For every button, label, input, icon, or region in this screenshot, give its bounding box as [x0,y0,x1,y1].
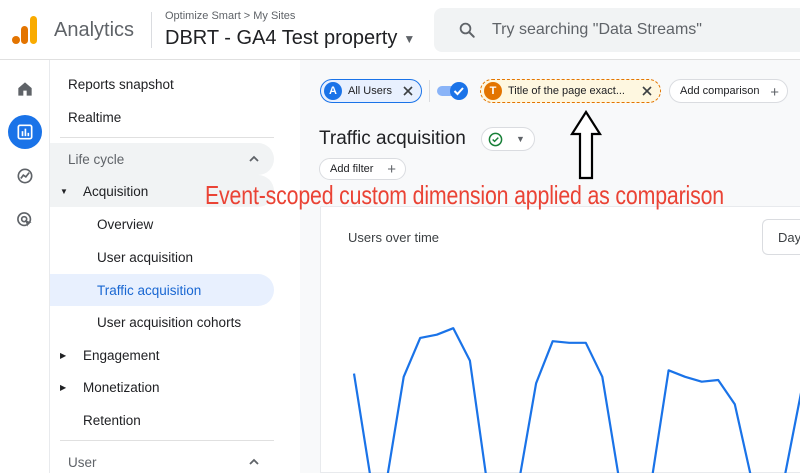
sidebar-divider [60,137,274,138]
explore-icon[interactable] [8,159,42,193]
analytics-logo-icon[interactable] [12,16,38,44]
caret-down-icon: ▼ [403,31,416,46]
chevron-up-icon [249,155,259,162]
annotation-text: Event-scoped custom dimension applied as… [205,180,724,210]
breadcrumb-section[interactable]: My Sites [253,10,295,22]
top-bar: Analytics Optimize Smart > My Sites DBRT -… [0,0,800,60]
comparison-toggle[interactable] [436,81,470,101]
close-icon[interactable] [402,85,414,97]
add-comparison-button[interactable]: Add comparison + [669,79,788,103]
section-label: Life cycle [68,151,125,167]
sidebar-item-user-acquisition[interactable]: User acquisition [50,241,274,273]
page-title: Traffic acquisition [319,128,466,149]
sidebar-item-label: Engagement [83,347,160,363]
chip-avatar: T [484,82,502,100]
triangle-right-icon: ▶ [60,382,67,392]
sidebar-section-lifecycle[interactable]: Life cycle [50,143,274,175]
search-bar[interactable]: Try searching "Data Streams" [434,8,800,52]
comparison-chip-all-users[interactable]: A All Users [320,79,422,103]
comparison-chip-page-title[interactable]: T Title of the page exact... [480,79,661,103]
chip-label: All Users [348,85,393,97]
sidebar-item-user-acquisition-cohorts[interactable]: User acquisition cohorts [50,306,274,338]
search-icon [459,22,475,38]
close-icon[interactable] [641,85,653,97]
chip-avatar: A [324,82,342,100]
reports-icon[interactable] [8,115,42,149]
up-arrow-annotation-icon [569,110,603,180]
sidebar-item-reports-snapshot[interactable]: Reports snapshot [50,68,274,100]
home-icon[interactable] [8,72,42,106]
advertising-icon[interactable] [8,203,42,237]
breadcrumb-account[interactable]: Optimize Smart [165,10,241,22]
card-title: Users over time [348,230,440,245]
users-over-time-chart [352,327,800,473]
triangle-down-icon: ▼ [60,186,68,196]
add-filter-label: Add filter [330,163,374,175]
users-over-time-card: Users over time Day [320,206,800,473]
sidebar-item-engagement[interactable]: ▶ Engagement [50,339,274,371]
chip-divider [429,80,430,102]
sidebar-item-label: Acquisition [83,183,149,199]
chip-label: Title of the page exact... [508,85,625,97]
property-selector[interactable]: DBRT - GA4 Test property ▼ [165,27,415,50]
sidebar-divider [60,440,274,441]
sidebar-item-overview[interactable]: Overview [50,208,274,240]
plus-icon: + [770,84,779,101]
sidebar-item-retention[interactable]: Retention [50,404,274,436]
sidebar-item-traffic-acquisition[interactable]: Traffic acquisition [50,274,274,306]
series-line-0 [352,327,800,473]
add-comparison-label: Add comparison [680,85,760,97]
sidebar-item-label: Monetization [83,379,160,395]
triangle-right-icon: ▶ [60,350,67,360]
data-quality-button[interactable]: ▼ [481,127,535,151]
chevron-up-icon [249,458,259,465]
app-name: Analytics [54,19,135,41]
sidebar-item-monetization[interactable]: ▶ Monetization [50,371,274,403]
section-label: User [68,454,97,470]
header-divider [151,12,152,48]
sidebar-item-realtime[interactable]: Realtime [50,101,274,133]
breadcrumb[interactable]: Optimize Smart > My Sites [165,10,295,22]
date-granularity-button[interactable]: Day [762,219,800,255]
nav-rail [0,60,50,473]
caret-down-icon: ▼ [516,134,525,144]
check-circle-icon [488,132,503,147]
sidebar: Reports snapshot Realtime Life cycle ▼ A… [50,60,290,473]
main-content: A All Users T Title of the page exact...… [300,60,800,473]
property-name: DBRT - GA4 Test property [165,27,398,49]
sidebar-section-user[interactable]: User [60,446,274,473]
breadcrumb-separator: > [243,10,251,22]
add-filter-button[interactable]: Add filter + [319,158,406,180]
plus-icon: + [387,161,396,178]
search-placeholder: Try searching "Data Streams" [492,21,702,38]
